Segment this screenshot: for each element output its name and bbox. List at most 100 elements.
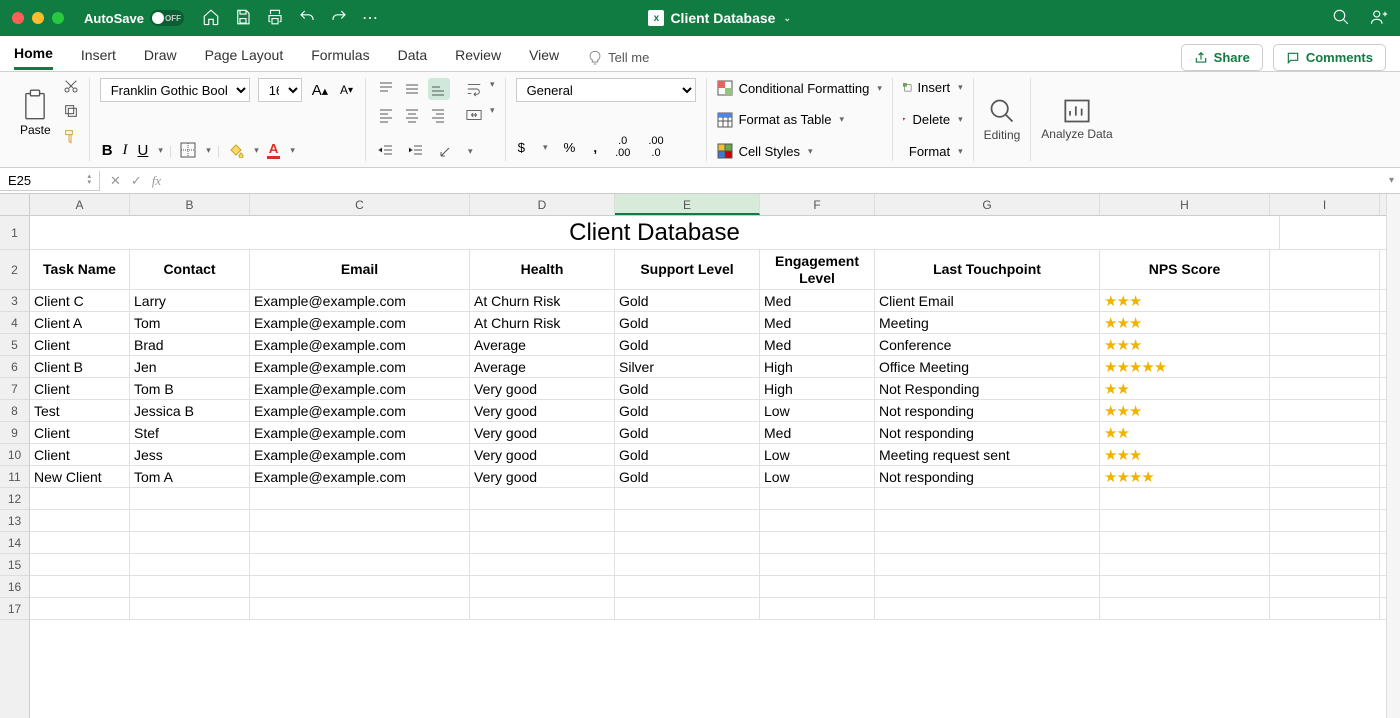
cell[interactable]: [1100, 510, 1270, 531]
align-top-icon[interactable]: [376, 78, 398, 100]
tab-insert[interactable]: Insert: [81, 47, 116, 69]
cell[interactable]: At Churn Risk: [470, 312, 615, 333]
name-box[interactable]: E25 ▴▾: [0, 171, 100, 191]
cell[interactable]: Test: [30, 400, 130, 421]
decrease-decimal-icon[interactable]: .00.0: [646, 133, 665, 161]
cell[interactable]: [130, 598, 250, 619]
cell[interactable]: Very good: [470, 444, 615, 465]
column-header-F[interactable]: F: [760, 194, 875, 215]
analyze-data-button[interactable]: Analyze Data: [1041, 97, 1112, 141]
cell[interactable]: Larry: [130, 290, 250, 311]
row-header-14[interactable]: 14: [0, 532, 29, 554]
cell[interactable]: Med: [760, 290, 875, 311]
cell[interactable]: [875, 510, 1100, 531]
column-header-B[interactable]: B: [130, 194, 250, 215]
cell[interactable]: Example@example.com: [250, 422, 470, 443]
nps-stars[interactable]: ★★★★★: [1100, 356, 1270, 377]
currency-icon[interactable]: $: [516, 138, 527, 157]
cell[interactable]: [1270, 488, 1380, 509]
align-middle-icon[interactable]: [402, 78, 424, 100]
underline-button[interactable]: U: [136, 140, 151, 161]
cell[interactable]: Tom A: [130, 466, 250, 487]
cell[interactable]: [130, 488, 250, 509]
nps-stars[interactable]: ★★★: [1100, 290, 1270, 311]
nps-stars[interactable]: ★★★: [1100, 400, 1270, 421]
table-header[interactable]: NPS Score: [1100, 250, 1270, 289]
column-header-E[interactable]: E: [615, 194, 760, 215]
cell[interactable]: Low: [760, 466, 875, 487]
merge-cells-icon[interactable]: [464, 105, 484, 125]
undo-icon[interactable]: [298, 8, 316, 29]
cell[interactable]: [470, 554, 615, 575]
font-name-select[interactable]: Franklin Gothic Book: [100, 78, 250, 102]
increase-indent-icon[interactable]: [406, 141, 426, 161]
cell[interactable]: High: [760, 378, 875, 399]
cell[interactable]: Example@example.com: [250, 444, 470, 465]
cell[interactable]: [1270, 356, 1380, 377]
nps-stars[interactable]: ★★★: [1100, 312, 1270, 333]
table-header[interactable]: Task Name: [30, 250, 130, 289]
cell[interactable]: [1270, 576, 1380, 597]
tab-page-layout[interactable]: Page Layout: [205, 47, 284, 69]
row-header-15[interactable]: 15: [0, 554, 29, 576]
cell[interactable]: [760, 598, 875, 619]
cell[interactable]: Example@example.com: [250, 400, 470, 421]
cell[interactable]: [1270, 554, 1380, 575]
italic-button[interactable]: I: [121, 140, 130, 161]
cell[interactable]: [875, 554, 1100, 575]
cell[interactable]: Gold: [615, 444, 760, 465]
cell[interactable]: [250, 510, 470, 531]
search-icon[interactable]: [1332, 8, 1350, 29]
select-all-corner[interactable]: [0, 194, 29, 216]
cell[interactable]: [615, 532, 760, 553]
wrap-text-icon[interactable]: [464, 79, 484, 99]
column-header-C[interactable]: C: [250, 194, 470, 215]
cell[interactable]: Gold: [615, 400, 760, 421]
home-icon[interactable]: [202, 8, 220, 29]
cell[interactable]: Client: [30, 378, 130, 399]
cell[interactable]: Brad: [130, 334, 250, 355]
row-header-2[interactable]: 2: [0, 250, 29, 290]
align-bottom-icon[interactable]: [428, 78, 450, 100]
tab-formulas[interactable]: Formulas: [311, 47, 369, 69]
fill-color-button[interactable]: [226, 140, 246, 160]
namebox-spinner[interactable]: ▴▾: [87, 174, 91, 186]
cell[interactable]: Client: [30, 334, 130, 355]
cell[interactable]: High: [760, 356, 875, 377]
sheet-title[interactable]: Client Database: [30, 216, 1280, 249]
tab-draw[interactable]: Draw: [144, 47, 177, 69]
cell[interactable]: [1270, 466, 1380, 487]
cell[interactable]: Client A: [30, 312, 130, 333]
cell[interactable]: [30, 532, 130, 553]
copy-icon[interactable]: [63, 103, 79, 122]
vertical-scrollbar[interactable]: [1386, 194, 1400, 718]
percent-icon[interactable]: %: [562, 138, 578, 157]
cell[interactable]: [250, 576, 470, 597]
cell-styles[interactable]: Cell Styles▾: [717, 141, 882, 161]
cell[interactable]: Stef: [130, 422, 250, 443]
cell[interactable]: [1270, 334, 1380, 355]
delete-cells[interactable]: Delete▾: [903, 110, 963, 129]
row-header-10[interactable]: 10: [0, 444, 29, 466]
cell[interactable]: [875, 576, 1100, 597]
table-header[interactable]: Engagement Level: [760, 250, 875, 289]
cell[interactable]: Jen: [130, 356, 250, 377]
save-icon[interactable]: [234, 8, 252, 29]
cell[interactable]: [130, 532, 250, 553]
tab-home[interactable]: Home: [14, 45, 53, 70]
cell[interactable]: [760, 510, 875, 531]
cut-icon[interactable]: [63, 78, 79, 97]
nps-stars[interactable]: ★★★★: [1100, 466, 1270, 487]
cell[interactable]: [760, 554, 875, 575]
cell[interactable]: [250, 554, 470, 575]
cell[interactable]: Conference: [875, 334, 1100, 355]
cell[interactable]: [30, 598, 130, 619]
redo-icon[interactable]: [330, 8, 348, 29]
cell[interactable]: Not responding: [875, 466, 1100, 487]
close-window[interactable]: [12, 12, 24, 24]
cell[interactable]: Client B: [30, 356, 130, 377]
formula-input[interactable]: [171, 171, 1383, 190]
cell[interactable]: Client: [30, 444, 130, 465]
cell[interactable]: Gold: [615, 422, 760, 443]
table-header[interactable]: Last Touchpoint: [875, 250, 1100, 289]
